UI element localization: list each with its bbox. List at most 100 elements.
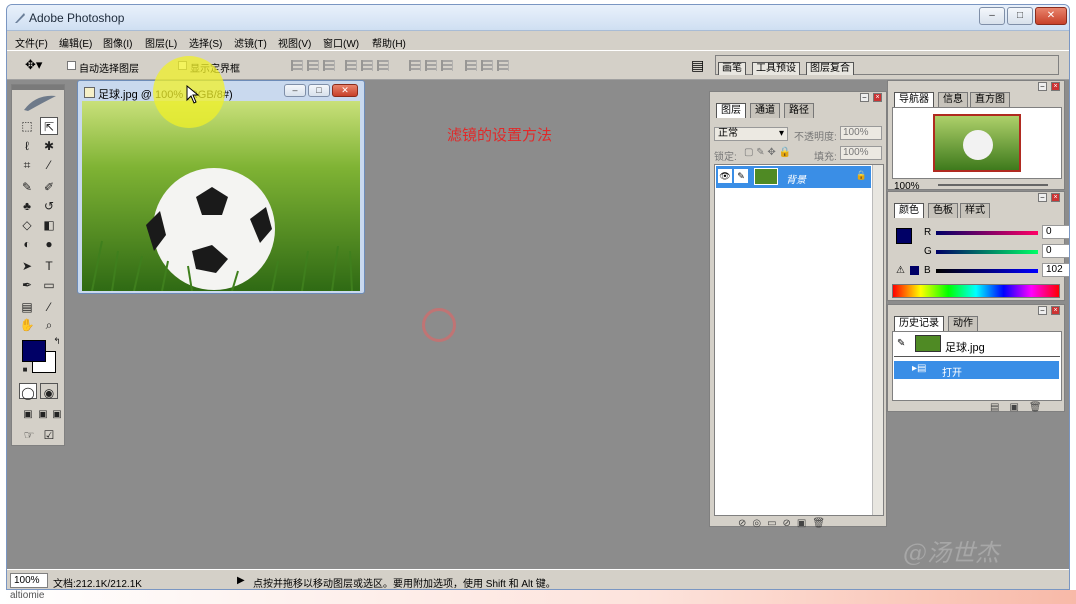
fill-input[interactable]: 100% [840,146,882,160]
tab-color[interactable]: 颜色 [894,203,924,218]
color-palette-minimize-button[interactable]: – [1038,193,1047,202]
shape-tool-icon[interactable]: ▭ [40,276,58,294]
hand-tool-icon[interactable]: ✋ [18,316,36,334]
swap-colors-icon[interactable]: ↰ [48,336,66,346]
history-close-button[interactable]: × [1051,306,1060,315]
type-tool-icon[interactable]: T [40,257,58,275]
channel-b-slider[interactable] [936,269,1038,273]
history-item-open[interactable]: ▸▤ 打开 [894,361,1059,379]
move-tool-preset-icon[interactable]: ✥▾ [25,57,42,73]
opacity-input[interactable]: 100% [840,126,882,140]
align-right-icon[interactable] [377,60,389,71]
layer-row-background[interactable]: 👁 ✎ 背景 🔒 [716,166,871,188]
menu-image[interactable]: 图像(I) [103,35,132,50]
maximize-button[interactable]: □ [1007,7,1033,25]
move-tool-icon[interactable]: ⇱ [40,117,58,135]
default-colors-icon[interactable]: ■ [16,365,34,375]
layers-scrollbar[interactable] [872,165,883,515]
history-brush-tool-icon[interactable]: ↺ [40,197,58,215]
status-zoom-input[interactable]: 100% [10,573,48,588]
document-minimize-button[interactable]: – [284,84,306,97]
layers-palette-minimize-button[interactable]: – [860,93,869,102]
path-selection-tool-icon[interactable]: ➤ [18,257,36,275]
color-palette-close-button[interactable]: × [1051,193,1060,202]
minimize-button[interactable]: – [979,7,1005,25]
notes-tool-icon[interactable]: ▤ [18,298,36,316]
channel-g-slider[interactable] [936,250,1038,254]
layers-palette-close-button[interactable]: × [873,93,882,102]
document-maximize-button[interactable]: □ [308,84,330,97]
tab-styles[interactable]: 样式 [960,203,990,218]
auto-select-checkbox[interactable] [67,61,76,70]
tab-history[interactable]: 历史记录 [894,316,944,331]
adobe-feather-icon[interactable] [20,92,60,114]
zoom-tool-icon[interactable]: ⌕ [40,316,58,334]
distribute-left-icon[interactable] [465,60,477,71]
palette-well-tab-layer-comps[interactable]: 图层复合 [806,62,854,75]
navigator-close-button[interactable]: × [1051,82,1060,91]
slice-tool-icon[interactable]: ⁄ [40,156,58,174]
tab-swatches[interactable]: 色板 [928,203,958,218]
brush-link-icon[interactable]: ✎ [734,169,748,183]
navigator-zoom-slider[interactable] [938,184,1048,186]
align-vcenter-icon[interactable] [307,60,319,71]
menu-view[interactable]: 视图(V) [278,35,311,50]
brush-tool-icon[interactable]: ✐ [40,178,58,196]
check-icon[interactable]: ☑ [40,426,58,444]
clone-stamp-tool-icon[interactable]: ♣ [18,197,36,215]
eye-icon[interactable]: 👁 [718,169,732,183]
lock-icons[interactable]: ▢ ✎ ✥ 🔒 [744,147,791,158]
align-top-icon[interactable] [291,60,303,71]
palette-well-tab-brushes[interactable]: 画笔 [718,62,746,75]
distribute-vcenter-icon[interactable] [425,60,437,71]
layers-footer-icons[interactable]: ⊘◎▭⊘▣🗑 [738,518,831,529]
distribute-top-icon[interactable] [409,60,421,71]
palette-well-tab-tool-presets[interactable]: 工具预设 [752,62,800,75]
tab-channels[interactable]: 通道 [750,103,780,118]
close-button[interactable]: ✕ [1035,7,1067,25]
quick-mask-mode-icon[interactable]: ◉ [40,383,58,400]
healing-brush-tool-icon[interactable]: ✎ [18,178,36,196]
gamut-warning-icon[interactable]: ⚠ [896,265,905,276]
status-doc-info[interactable]: 文档:212.1K/212.1K [53,575,142,589]
tab-info[interactable]: 信息 [938,92,968,107]
menu-window[interactable]: 窗口(W) [323,35,359,50]
navigator-preview[interactable] [892,107,1062,179]
eyedropper-tool-icon[interactable]: ⁄ [40,298,58,316]
tab-histogram[interactable]: 直方图 [970,92,1010,107]
eraser-tool-icon[interactable]: ◇ [18,216,36,234]
standard-mode-icon[interactable]: ◯ [19,383,37,400]
blur-tool-icon[interactable]: ◐ [18,235,36,253]
document-close-button[interactable]: ✕ [332,84,358,97]
marquee-tool-icon[interactable]: ⬚ [18,117,36,135]
pen-tool-icon[interactable]: ✒ [18,276,36,294]
channel-r-input[interactable]: 0 [1042,225,1069,239]
blend-mode-select[interactable]: 正常 ▾ [714,127,788,141]
menu-select[interactable]: 选择(S) [189,35,222,50]
color-ramp[interactable] [892,284,1060,298]
distribute-bottom-icon[interactable] [441,60,453,71]
channel-r-slider[interactable] [936,231,1038,235]
align-bottom-icon[interactable] [323,60,335,71]
distribute-hcenter-icon[interactable] [481,60,493,71]
soccer-ball-image[interactable] [82,101,360,291]
screen-mode-full-icon[interactable]: ▣ [48,406,66,424]
menu-filter[interactable]: 滤镜(T) [234,35,267,50]
tab-layers[interactable]: 图层 [716,103,746,118]
history-brush-source-icon[interactable]: ✎ [897,338,905,349]
tab-paths[interactable]: 路径 [784,103,814,118]
navigator-proxy-box[interactable] [933,114,1021,172]
crop-tool-icon[interactable]: ⌗ [18,156,36,174]
tab-navigator[interactable]: 导航器 [894,92,934,107]
menu-edit[interactable]: 编辑(E) [59,35,92,50]
snapshot-label[interactable]: 足球.jpg [945,339,985,355]
web-safe-swatch[interactable] [910,266,919,275]
file-browser-icon[interactable]: ▤ [691,57,704,74]
color-foreground-swatch[interactable] [896,228,912,244]
align-left-icon[interactable] [345,60,357,71]
menu-layer[interactable]: 图层(L) [145,35,177,50]
align-hcenter-icon[interactable] [361,60,373,71]
menu-help[interactable]: 帮助(H) [372,35,406,50]
jump-to-imageready-icon[interactable]: ☞ [20,426,38,444]
history-footer-icons[interactable]: ▤▣🗑 [990,402,1052,413]
